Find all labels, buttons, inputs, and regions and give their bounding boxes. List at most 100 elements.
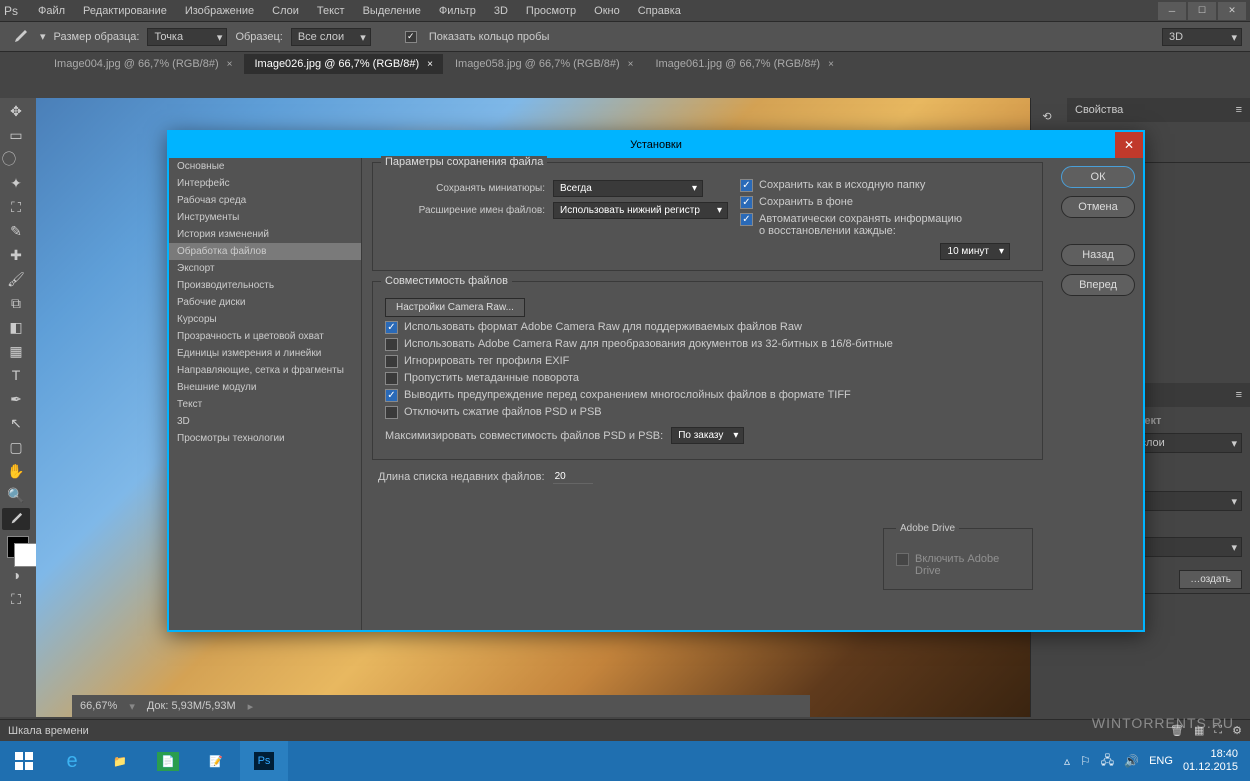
prefs-item-transparency[interactable]: Прозрачность и цветовой охват [169, 328, 361, 345]
heal-tool-icon[interactable]: ✚ [2, 244, 30, 266]
back-button[interactable]: Назад [1061, 244, 1135, 266]
eyedropper-icon[interactable] [8, 25, 32, 49]
save-bg-checkbox[interactable] [740, 196, 753, 209]
skip-rotation-checkbox[interactable] [385, 372, 398, 385]
menu-view[interactable]: Просмотр [518, 3, 584, 19]
camera-raw-button[interactable]: Настройки Camera Raw... [385, 298, 525, 317]
tray-volume-icon[interactable]: 🔊 [1124, 754, 1139, 768]
tiff-warning-checkbox[interactable] [385, 389, 398, 402]
sample-size-select[interactable]: Точка [147, 28, 227, 46]
prefs-item-3d[interactable]: 3D [169, 413, 361, 430]
color-sampler-tool-icon[interactable] [2, 508, 30, 530]
ok-button[interactable]: ОК [1061, 166, 1135, 188]
menu-filter[interactable]: Фильтр [431, 3, 484, 19]
prefs-item-history[interactable]: История изменений [169, 226, 361, 243]
prefs-item-performance[interactable]: Производительность [169, 277, 361, 294]
dialog-title-bar[interactable]: Установки ✕ [169, 132, 1143, 158]
prefs-item-scratch[interactable]: Рабочие диски [169, 294, 361, 311]
autosave-checkbox[interactable] [740, 213, 753, 226]
screenmode-icon[interactable]: ⛶ [2, 588, 30, 610]
show-ring-checkbox[interactable] [405, 31, 417, 43]
tray-flag-icon[interactable]: ⚐ [1080, 754, 1091, 768]
wordpad-task-icon[interactable]: 📝 [192, 741, 240, 781]
maximize-button[interactable]: ☐ [1188, 2, 1216, 20]
prefs-item-filehandling[interactable]: Обработка файлов [169, 243, 361, 260]
menu-select[interactable]: Выделение [355, 3, 429, 19]
prefs-item-workspace[interactable]: Рабочая среда [169, 192, 361, 209]
recent-count-input[interactable] [553, 470, 593, 484]
history-panel-icon[interactable]: ⟲ [1033, 102, 1061, 130]
prefs-item-tools[interactable]: Инструменты [169, 209, 361, 226]
disable-compress-checkbox[interactable] [385, 406, 398, 419]
prefs-item-type[interactable]: Текст [169, 396, 361, 413]
close-button[interactable]: ✕ [1218, 2, 1246, 20]
prefs-item-units[interactable]: Единицы измерения и линейки [169, 345, 361, 362]
zoom-value[interactable]: 66,67% [80, 700, 117, 712]
shape-tool-icon[interactable]: ▢ [2, 436, 30, 458]
prefs-item-tech[interactable]: Просмотры технологии [169, 430, 361, 447]
sample-select[interactable]: Все слои [291, 28, 371, 46]
menu-file[interactable]: Файл [30, 3, 73, 19]
eraser-tool-icon[interactable]: ◧ [2, 316, 30, 338]
libreoffice-task-icon[interactable]: 📄 [144, 741, 192, 781]
use-raw-checkbox[interactable] [385, 321, 398, 334]
use-raw-32-checkbox[interactable] [385, 338, 398, 351]
tray-clock[interactable]: 18:40 01.12.2015 [1183, 748, 1238, 774]
tray-network-icon[interactable]: 🖧 [1101, 751, 1114, 772]
save-source-checkbox[interactable] [740, 179, 753, 192]
prefs-item-export[interactable]: Экспорт [169, 260, 361, 277]
pen-tool-icon[interactable]: ✒ [2, 388, 30, 410]
close-icon[interactable]: × [628, 59, 634, 70]
eyedropper-tool-icon[interactable]: ✎ [2, 220, 30, 242]
prefs-item-cursors[interactable]: Курсоры [169, 311, 361, 328]
maximize-select[interactable]: По заказу [671, 427, 744, 444]
timeline-label[interactable]: Шкала времени [8, 725, 89, 737]
menu-help[interactable]: Справка [630, 3, 689, 19]
lasso-tool-icon[interactable]: ⃝ [2, 148, 30, 170]
marquee-tool-icon[interactable]: ▭ [2, 124, 30, 146]
photoshop-task-icon[interactable]: Ps [240, 741, 288, 781]
brush-tool-icon[interactable]: 🖌 [2, 268, 30, 290]
menu-image[interactable]: Изображение [177, 3, 262, 19]
explorer-task-icon[interactable]: 📁 [96, 741, 144, 781]
start-button[interactable] [0, 741, 48, 781]
ie-task-icon[interactable]: e [48, 741, 96, 781]
quickmask-icon[interactable]: ◑ [2, 564, 30, 586]
wand-tool-icon[interactable]: ✦ [2, 172, 30, 194]
menu-window[interactable]: Окно [586, 3, 628, 19]
doc-tab-3[interactable]: Image061.jpg @ 66,7% (RGB/8#)× [645, 54, 843, 74]
autosave-interval-select[interactable]: 10 минут [940, 243, 1010, 260]
path-tool-icon[interactable]: ↖ [2, 412, 30, 434]
close-icon[interactable]: × [828, 59, 834, 70]
panel-header[interactable]: Свойства ≡ [1067, 98, 1250, 122]
gradient-tool-icon[interactable]: ▦ [2, 340, 30, 362]
prefs-item-plugins[interactable]: Внешние модули [169, 379, 361, 396]
dialog-close-button[interactable]: ✕ [1115, 132, 1143, 158]
menu-layers[interactable]: Слои [264, 3, 307, 19]
close-icon[interactable]: × [427, 59, 433, 70]
minimize-button[interactable]: ─ [1158, 2, 1186, 20]
crop-tool-icon[interactable]: ⛶ [2, 196, 30, 218]
doc-tab-1[interactable]: Image026.jpg @ 66,7% (RGB/8#)× [244, 54, 442, 74]
menu-text[interactable]: Текст [309, 3, 353, 19]
doc-tab-2[interactable]: Image058.jpg @ 66,7% (RGB/8#)× [445, 54, 643, 74]
forward-button[interactable]: Вперед [1061, 274, 1135, 296]
close-icon[interactable]: × [227, 59, 233, 70]
lang-indicator[interactable]: ENG [1149, 755, 1173, 767]
stamp-tool-icon[interactable]: ⧉ [2, 292, 30, 314]
menu-edit[interactable]: Редактирование [75, 3, 175, 19]
ext-select[interactable]: Использовать нижний регистр [553, 202, 728, 219]
menu-3d[interactable]: 3D [486, 3, 516, 19]
ignore-exif-checkbox[interactable] [385, 355, 398, 368]
move-tool-icon[interactable]: ✥ [2, 100, 30, 122]
type-tool-icon[interactable]: T [2, 364, 30, 386]
panel-menu-icon[interactable]: ≡ [1236, 104, 1242, 116]
tray-up-icon[interactable]: ▵ [1064, 754, 1070, 768]
thumbs-select[interactable]: Всегда [553, 180, 703, 197]
create-3d-button[interactable]: …оздать [1179, 570, 1242, 589]
panel-menu-icon[interactable]: ≡ [1236, 389, 1242, 401]
prefs-item-guides[interactable]: Направляющие, сетка и фрагменты [169, 362, 361, 379]
mode-3d-select[interactable]: 3D [1162, 28, 1242, 46]
zoom-tool-icon[interactable]: 🔍 [2, 484, 30, 506]
prefs-item-interface[interactable]: Интерфейс [169, 175, 361, 192]
